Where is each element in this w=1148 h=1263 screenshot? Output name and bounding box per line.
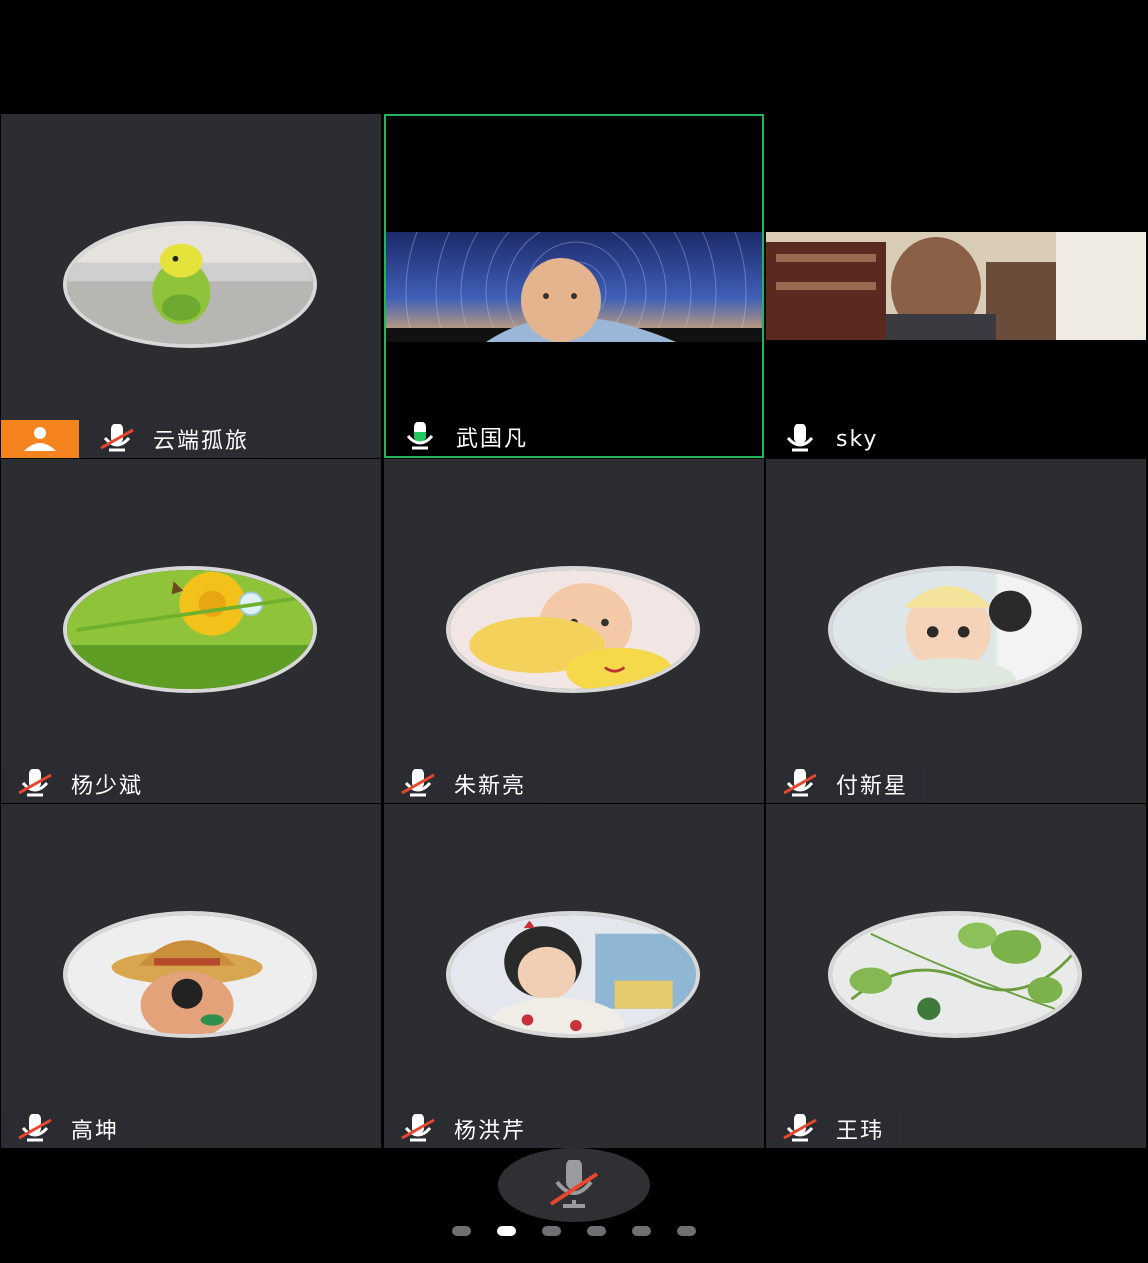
name-label: 王玮 — [766, 1110, 899, 1148]
participant-tile[interactable]: 付新星 — [766, 459, 1146, 803]
participant-name: 武国凡 — [456, 427, 529, 452]
video-feed — [766, 232, 1146, 340]
participant-name: 云端孤旅 — [153, 429, 250, 454]
participant-name: 杨洪芹 — [454, 1119, 527, 1144]
participant-grid: 云端孤旅 武国凡 sky 杨少斌 朱新亮 付新星 高坤 杨洪芹 王玮 — [0, 113, 1148, 1148]
page-indicator — [0, 1226, 1148, 1240]
person-icon — [24, 427, 56, 451]
mic-muted-icon — [15, 769, 55, 799]
participant-tile-active[interactable]: 武国凡 — [384, 114, 764, 458]
participant-name: 付新星 — [836, 774, 909, 799]
name-label: 杨少斌 — [1, 765, 158, 803]
name-label: 朱新亮 — [384, 765, 541, 803]
video-feed — [386, 232, 762, 342]
page-dot[interactable] — [677, 1226, 696, 1236]
mic-muted-icon — [549, 1160, 599, 1208]
top-bar — [0, 0, 1148, 113]
baby-hat-avatar — [828, 566, 1082, 693]
name-label: 杨洪芹 — [384, 1110, 541, 1148]
mic-muted-icon — [398, 769, 438, 799]
participant-name: sky — [836, 426, 879, 452]
participant-name: 高坤 — [71, 1119, 120, 1144]
participant-tile[interactable]: 王玮 — [766, 804, 1146, 1148]
name-label: sky — [766, 420, 892, 458]
mic-muted-icon — [780, 769, 820, 799]
mic-muted-icon — [398, 1114, 438, 1144]
toy-figure-avatar — [63, 911, 317, 1038]
mic-icon — [780, 424, 820, 454]
participant-tile[interactable]: 杨少斌 — [1, 459, 381, 803]
participant-tile[interactable]: 杨洪芹 — [384, 804, 764, 1148]
page-dot[interactable] — [587, 1226, 606, 1236]
page-dot[interactable] — [632, 1226, 651, 1236]
page-dot[interactable] — [452, 1226, 471, 1236]
unmute-button[interactable] — [498, 1148, 650, 1222]
mic-speaking-icon — [400, 422, 440, 452]
participant-tile[interactable]: sky — [766, 114, 1146, 458]
mic-muted-icon — [780, 1114, 820, 1144]
participant-tile[interactable]: 云端孤旅 — [1, 114, 381, 458]
mic-muted-icon — [97, 424, 137, 454]
name-label: 高坤 — [1, 1110, 134, 1148]
baby-avatar — [446, 566, 700, 693]
participant-name: 王玮 — [836, 1119, 885, 1144]
watermelon-vine-avatar — [828, 911, 1082, 1038]
parrot-avatar — [63, 221, 317, 348]
name-label: 武国凡 — [386, 418, 542, 456]
host-badge — [1, 420, 79, 458]
name-label: 付新星 — [766, 765, 923, 803]
participant-tile[interactable]: 高坤 — [1, 804, 381, 1148]
mic-muted-icon — [15, 1114, 55, 1144]
page-dot-current[interactable] — [497, 1226, 516, 1236]
dandelion-avatar — [63, 566, 317, 693]
participant-tile[interactable]: 朱新亮 — [384, 459, 764, 803]
participant-name: 杨少斌 — [71, 774, 144, 799]
participant-name: 朱新亮 — [454, 774, 527, 799]
page-dot[interactable] — [542, 1226, 561, 1236]
child-avatar — [446, 911, 700, 1038]
name-label: 云端孤旅 — [83, 420, 264, 458]
